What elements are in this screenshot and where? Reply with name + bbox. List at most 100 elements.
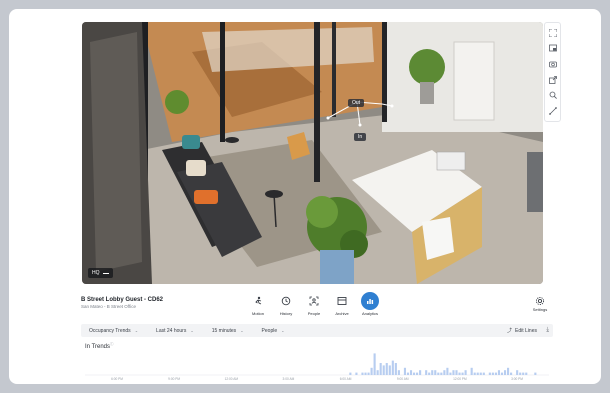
chart-bar[interactable]: [391, 360, 394, 375]
nav-motion[interactable]: Motion: [247, 292, 269, 316]
chart-bar[interactable]: [412, 372, 416, 375]
chart-bar[interactable]: [449, 372, 452, 375]
chart-bar[interactable]: [503, 370, 507, 375]
chart-bar[interactable]: [494, 372, 497, 375]
chevron-down-icon: ⌄: [281, 328, 285, 333]
chart-bar[interactable]: [388, 365, 391, 375]
nav-analytics[interactable]: Analytics: [359, 292, 381, 316]
download-icon[interactable]: ⤓: [546, 327, 549, 334]
chart-bar[interactable]: [461, 372, 464, 375]
chart-bar[interactable]: [443, 370, 446, 375]
in-trends-chart: 6:00 PM 9:00 PM 12:00 AM 3:00 AM 6:00 AM 9:00…: [85, 353, 549, 381]
chevron-down-icon: ⌄: [240, 328, 244, 333]
x-tick-label: 6:00 PM: [111, 377, 123, 381]
nav-motion-label: Motion: [251, 311, 264, 316]
nav-people[interactable]: People: [303, 292, 325, 316]
chart-bar[interactable]: [373, 353, 376, 375]
chart-bar[interactable]: [425, 370, 428, 375]
chart-bar[interactable]: [419, 370, 422, 375]
chevron-down-icon: ⌄: [190, 328, 194, 333]
snapshot-icon[interactable]: [548, 60, 557, 69]
chart-bar[interactable]: [458, 372, 461, 375]
motion-icon: [249, 292, 267, 310]
chart-bar[interactable]: [394, 363, 397, 375]
chart-bar[interactable]: [516, 370, 519, 375]
zoom-icon[interactable]: [548, 91, 557, 100]
chart-bar[interactable]: [534, 372, 537, 375]
chart-bar[interactable]: [385, 363, 388, 375]
chart-bar[interactable]: [507, 367, 510, 375]
nav-people-label: People: [307, 311, 321, 316]
nav-archive-label: Archive: [335, 311, 349, 316]
camera-feed[interactable]: Out In HQ: [82, 22, 543, 284]
quality-badge[interactable]: HQ: [88, 268, 113, 278]
chart-bar[interactable]: [355, 372, 358, 375]
nav-history[interactable]: History: [275, 292, 297, 316]
edit-lines-label: Edit Lines: [515, 327, 537, 334]
chart-bar[interactable]: [416, 372, 419, 375]
chart-bar[interactable]: [382, 365, 385, 375]
gear-icon: [535, 296, 545, 306]
x-tick-label: 6:00 AM: [340, 377, 352, 381]
share-icon[interactable]: [548, 75, 557, 84]
chart-bar[interactable]: [370, 367, 373, 375]
chart-bar[interactable]: [510, 372, 513, 375]
chart-bar[interactable]: [367, 372, 370, 375]
x-tick-label: 12:00 PM: [453, 377, 467, 381]
object-select[interactable]: People ⌄: [262, 328, 285, 334]
chart-bar[interactable]: [409, 370, 413, 375]
chart-bar[interactable]: [497, 370, 501, 375]
chart-bar[interactable]: [437, 372, 440, 375]
chart-bar[interactable]: [500, 372, 504, 375]
chart-bar[interactable]: [406, 372, 410, 375]
chart-bar[interactable]: [488, 372, 491, 375]
archive-icon: [333, 292, 351, 310]
chart-bar[interactable]: [349, 372, 352, 375]
chart-bar[interactable]: [361, 372, 364, 375]
pencil-icon: ⤴: [507, 328, 513, 334]
chart-bar[interactable]: [455, 370, 458, 375]
chart-bar[interactable]: [397, 370, 400, 375]
chart-bar[interactable]: [491, 372, 494, 375]
chart-bar[interactable]: [525, 372, 528, 375]
info-icon[interactable]: ⓘ: [110, 342, 114, 346]
chart-bar[interactable]: [473, 372, 476, 375]
line-out-label: Out: [348, 99, 365, 107]
nav-archive[interactable]: Archive: [331, 292, 353, 316]
chart-bar[interactable]: [470, 367, 473, 375]
settings-button[interactable]: Settings: [529, 292, 551, 312]
chart-bar[interactable]: [476, 372, 479, 375]
filter-bar: Occupancy Trends ⌄ Last 24 hours ⌄ 15 mi…: [81, 324, 553, 337]
x-tick-label: 3:00 PM: [511, 377, 523, 381]
chart-bar[interactable]: [428, 372, 431, 375]
chart-bar[interactable]: [403, 367, 407, 375]
camera-info: B Street Lobby Guest - CD62 San Mateo - …: [81, 297, 163, 309]
chart-bar[interactable]: [519, 372, 522, 375]
chart-bar[interactable]: [431, 370, 434, 375]
line-crossing-icon[interactable]: [548, 107, 557, 116]
chart-bar[interactable]: [446, 367, 449, 375]
chart-bar[interactable]: [364, 372, 367, 375]
chart-bar[interactable]: [452, 370, 455, 375]
chart-bar[interactable]: [522, 372, 525, 375]
trend-type-select[interactable]: Occupancy Trends ⌄: [89, 328, 138, 334]
nav-analytics-label: Analytics: [361, 311, 378, 316]
chart-bar[interactable]: [464, 370, 467, 375]
chart-bar[interactable]: [479, 372, 482, 375]
chart-bar[interactable]: [379, 363, 382, 375]
time-range-value: Last 24 hours: [156, 327, 187, 334]
history-icon: [277, 292, 295, 310]
chart-bar[interactable]: [482, 372, 485, 375]
edit-lines-button[interactable]: ⤴ Edit Lines: [507, 327, 537, 335]
fullscreen-icon[interactable]: [548, 28, 557, 37]
chart-bar[interactable]: [434, 370, 437, 375]
app-window: Out In HQ B Street Lobby Guest - CD62 Sa…: [9, 9, 601, 384]
quality-badge-text: HQ: [92, 270, 100, 276]
chart-bar[interactable]: [376, 370, 379, 375]
time-range-select[interactable]: Last 24 hours ⌄: [156, 328, 194, 334]
people-icon: [305, 292, 323, 310]
trend-type-value: Occupancy Trends: [89, 327, 131, 334]
picture-in-picture-icon[interactable]: [548, 44, 557, 53]
chart-bar[interactable]: [440, 372, 443, 375]
interval-select[interactable]: 15 minutes ⌄: [212, 328, 244, 334]
